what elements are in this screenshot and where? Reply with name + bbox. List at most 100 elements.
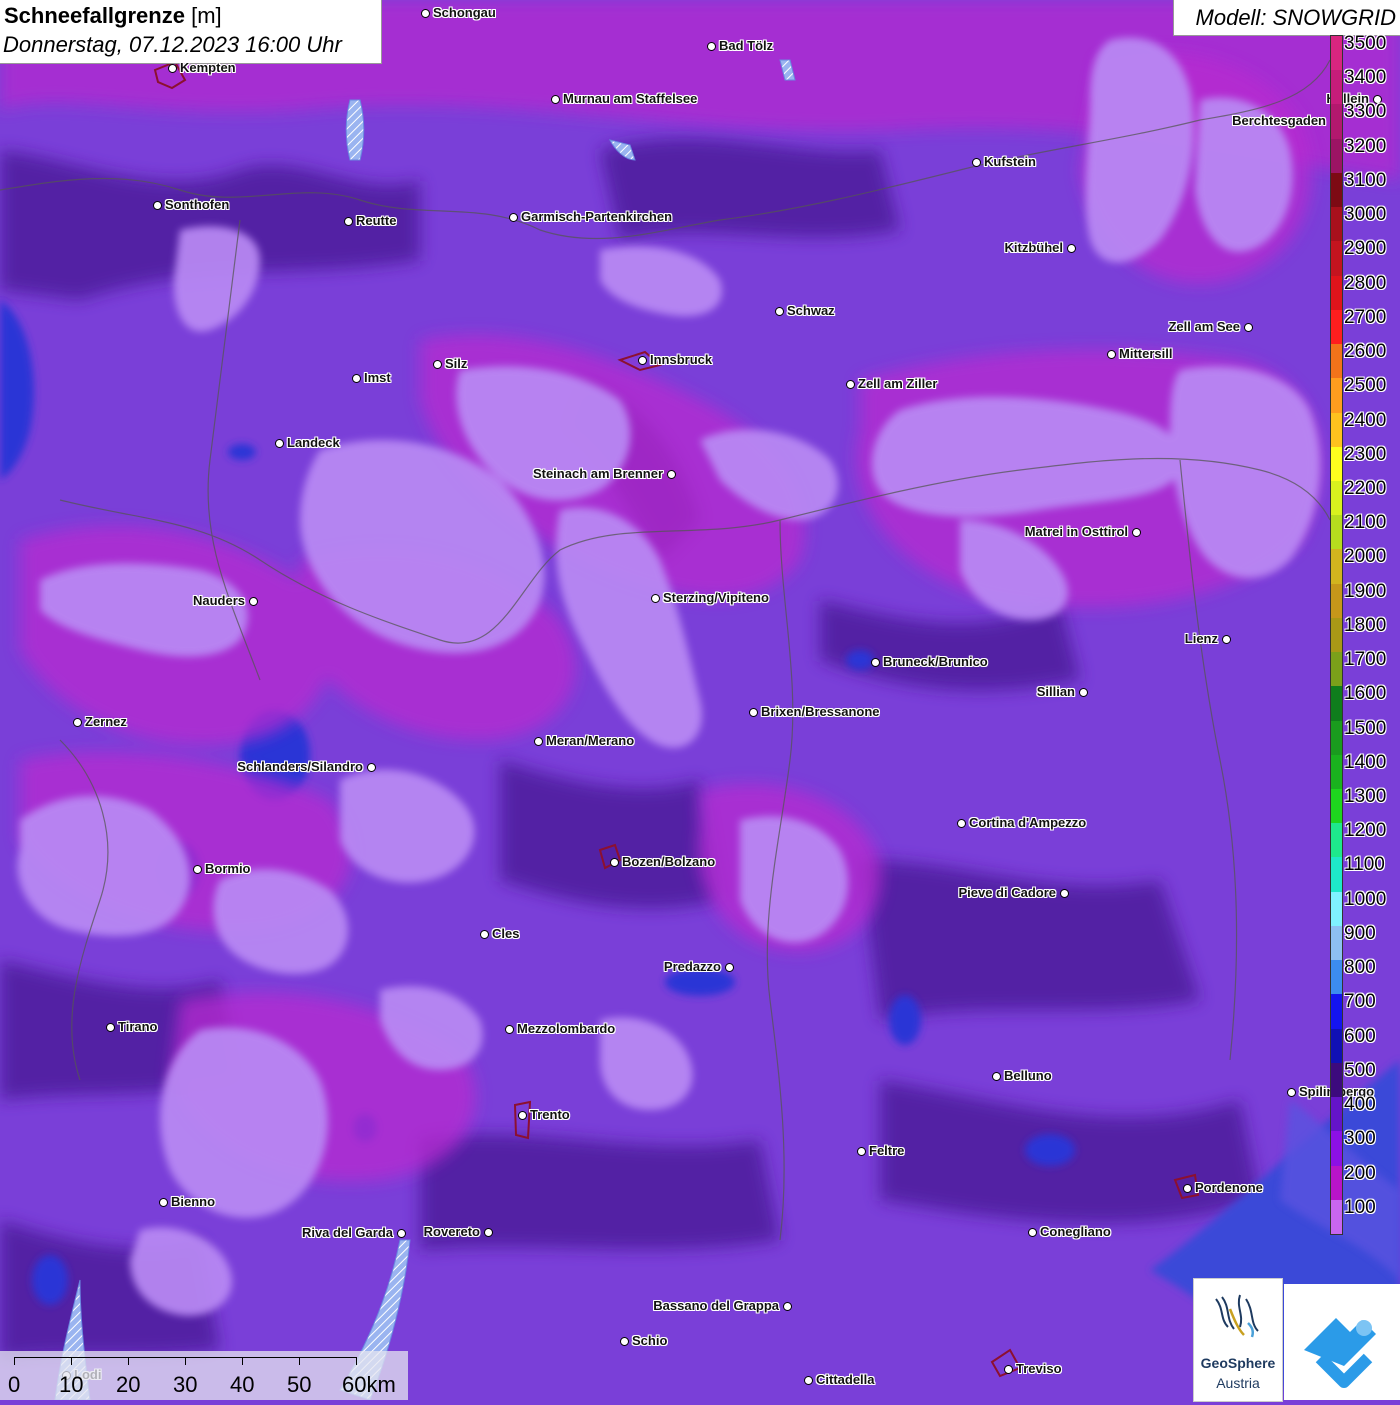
place-dot-icon: [706, 41, 716, 51]
place-dot-icon: [1131, 527, 1141, 537]
place-dot-icon: [167, 63, 177, 73]
legend-color-swatch: [1331, 412, 1342, 448]
place-label: Conegliano: [1040, 1224, 1111, 1239]
legend-value: 2900: [1344, 238, 1387, 260]
legend-value: 500: [1344, 1059, 1376, 1081]
legend-color-swatch: [1331, 378, 1342, 413]
legend-color-swatch: [1331, 1062, 1342, 1098]
map-title: Schneefallgrenze [m]: [4, 3, 222, 29]
place-label: Landeck: [287, 435, 340, 450]
legend-color-swatch: [1331, 241, 1342, 277]
legend-color-swatch: [1331, 138, 1342, 174]
place-label: Mittersill: [1119, 346, 1173, 361]
place-dot-icon: [517, 1110, 527, 1120]
place-dot-icon: [724, 962, 734, 972]
legend-value: 3500: [1344, 33, 1387, 54]
place-dot-icon: [803, 1375, 813, 1385]
legend-value: 1000: [1344, 888, 1387, 910]
legend-value: 700: [1344, 991, 1376, 1013]
scale-label: 10: [59, 1372, 84, 1397]
place-label: Trento: [530, 1107, 570, 1122]
place-dot-icon: [1066, 243, 1076, 253]
place-label: Kufstein: [984, 154, 1036, 169]
place-label: Belluno: [1004, 1068, 1052, 1083]
place-dot-icon: [1078, 687, 1088, 697]
scale-label: 20: [116, 1372, 141, 1397]
place-label: Imst: [364, 370, 391, 385]
legend-value: 2300: [1344, 443, 1387, 465]
place-dot-icon: [1286, 1087, 1296, 1097]
place-label: Bad Tölz: [719, 38, 774, 53]
legend-value: 2000: [1344, 546, 1387, 568]
legend-value: 3100: [1344, 169, 1387, 191]
place-dot-icon: [666, 469, 676, 479]
legend-color-swatch: [1331, 1199, 1342, 1235]
scale-tick: [128, 1357, 129, 1365]
place-dot-icon: [432, 359, 442, 369]
title-unit: [m]: [191, 3, 222, 28]
legend-value: 200: [1344, 1162, 1376, 1184]
legend-color-swatch: [1331, 994, 1342, 1030]
place-label: Mezzolombardo: [517, 1021, 616, 1036]
place-dot-icon: [366, 762, 376, 772]
place-label: Sillian: [1036, 684, 1075, 699]
place-dot-icon: [351, 373, 361, 383]
legend-value: 2100: [1344, 512, 1387, 534]
place-dot-icon: [1182, 1183, 1192, 1193]
place-label: Cortina d'Ampezzo: [969, 815, 1087, 830]
scale-label: 40: [230, 1372, 255, 1397]
place-label: Brixen/Bressanone: [761, 704, 880, 719]
place-label: Bruneck/Brunico: [883, 654, 988, 669]
legend-value: 1800: [1344, 614, 1387, 636]
place-dot-icon: [274, 438, 284, 448]
legend-color-swatch: [1331, 172, 1342, 208]
legend-value: 2700: [1344, 306, 1387, 328]
place-dot-icon: [152, 200, 162, 210]
place-dot-icon: [782, 1301, 792, 1311]
legend-value: 100: [1344, 1196, 1376, 1218]
legend-value: 2200: [1344, 477, 1387, 499]
place-dot-icon: [483, 1227, 493, 1237]
place-label: Kempten: [180, 60, 236, 75]
place-label: Bassano del Grappa: [653, 1298, 779, 1313]
legend-color-swatch: [1331, 549, 1342, 585]
legend-color-swatch: [1331, 857, 1342, 893]
geosphere-logo[interactable]: GeoSphere Austria: [1193, 1278, 1283, 1402]
legend-color-swatch: [1331, 617, 1342, 653]
legend-color-swatch: [1331, 583, 1342, 619]
app-logo[interactable]: [1284, 1284, 1400, 1400]
legend-value: 1100: [1344, 854, 1385, 876]
scale-tick: [356, 1357, 357, 1365]
place-dot-icon: [72, 717, 82, 727]
place-label: Lienz: [1184, 631, 1218, 646]
place-label: Nauders: [192, 593, 245, 608]
place-dot-icon: [870, 657, 880, 667]
geosphere-text-2: Austria: [1216, 1375, 1260, 1391]
place-dot-icon: [158, 1197, 168, 1207]
legend-value: 1700: [1344, 649, 1387, 671]
legend-color-swatch: [1331, 1165, 1342, 1201]
legend-color-swatch: [1331, 207, 1342, 242]
place-label: Garmisch-Partenkirchen: [521, 209, 673, 224]
legend-value: 800: [1344, 957, 1376, 979]
scale-tick: [71, 1357, 72, 1365]
place-dot-icon: [1221, 634, 1231, 644]
place-dot-icon: [609, 857, 619, 867]
place-label: Innsbruck: [650, 352, 713, 367]
place-dot-icon: [533, 736, 543, 746]
legend-value: 3400: [1344, 67, 1387, 89]
legend-value: 2500: [1344, 375, 1387, 397]
place-label: Berchtesgaden: [1232, 113, 1326, 128]
legend-color-swatch: [1331, 960, 1342, 995]
legend-color-swatch: [1331, 686, 1342, 722]
place-dot-icon: [343, 216, 353, 226]
place-dot-icon: [956, 818, 966, 828]
place-label: Cittadella: [816, 1372, 875, 1387]
legend-color-swatch: [1331, 446, 1342, 482]
legend-colorbar: [1330, 35, 1343, 1235]
place-dot-icon: [845, 379, 855, 389]
scale-label: 0: [8, 1372, 21, 1397]
model-label: Modell: SNOWGRID: [1195, 5, 1396, 30]
title-main: Schneefallgrenze: [4, 3, 185, 28]
place-dot-icon: [550, 94, 560, 104]
